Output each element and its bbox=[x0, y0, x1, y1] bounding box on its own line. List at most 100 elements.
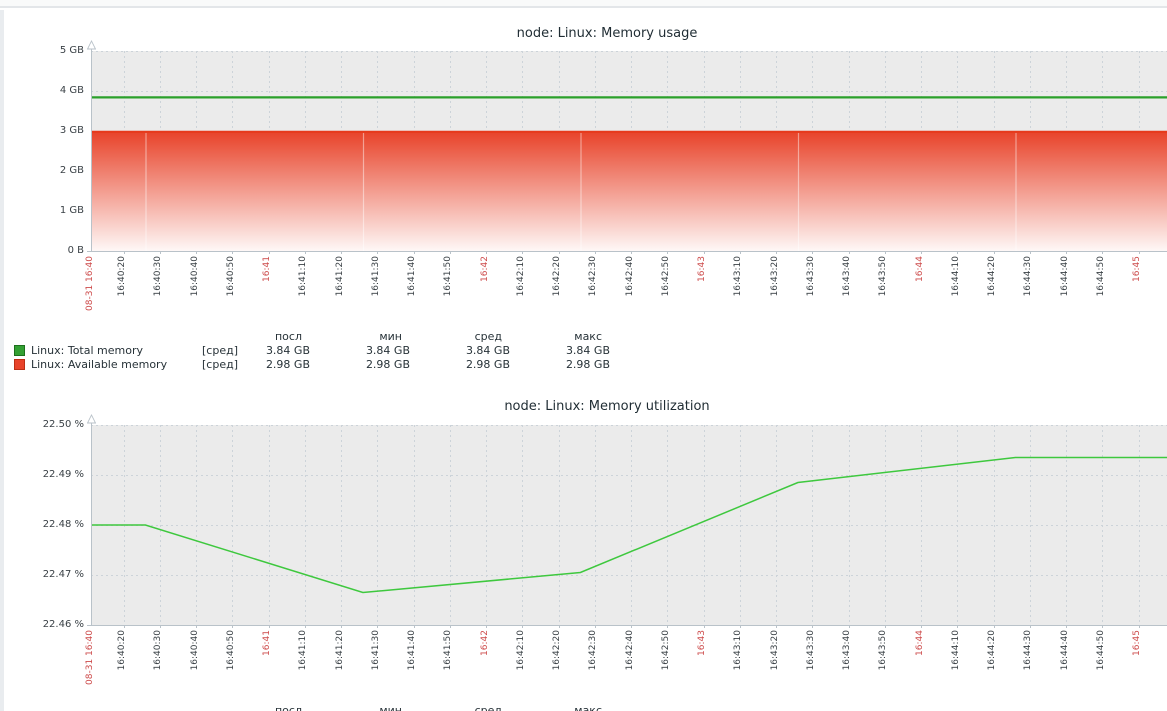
x-tick-label: 16:42 bbox=[480, 256, 490, 282]
x-tick-label: 16:41:30 bbox=[371, 630, 381, 670]
x-tick-label: 16:43:10 bbox=[733, 256, 743, 296]
x-tick-label: 16:40:40 bbox=[190, 256, 200, 296]
x-tick-label: 16:41:20 bbox=[335, 256, 345, 296]
y-tick-label: 22.50 % bbox=[4, 419, 84, 430]
x-tick-label: 16:43:20 bbox=[770, 256, 780, 296]
legend-value: 3.84 GB bbox=[310, 344, 410, 358]
x-tick-label: 16:40:30 bbox=[153, 630, 163, 670]
x-tick-label: 16:42 bbox=[480, 630, 490, 656]
x-tick-label: 16:43:30 bbox=[806, 256, 816, 296]
legend-spacer bbox=[31, 704, 202, 711]
x-tick-label: 16:44:20 bbox=[987, 630, 997, 670]
x-tick-label: 16:44:40 bbox=[1060, 256, 1070, 296]
legend-value: 3.84 GB bbox=[247, 344, 310, 358]
x-tick-label: 16:42:30 bbox=[588, 630, 598, 670]
y-axis-arrow-icon bbox=[88, 415, 96, 423]
graph-legend: послминсредмакс bbox=[14, 704, 610, 711]
plot-area[interactable] bbox=[91, 425, 1167, 625]
x-tick-label: 16:40:20 bbox=[117, 630, 127, 670]
legend-value: 2.98 GB bbox=[510, 358, 610, 372]
x-tick-label: 16:41:10 bbox=[298, 256, 308, 296]
legend-value: 3.84 GB bbox=[410, 344, 510, 358]
legend-value: 2.98 GB bbox=[310, 358, 410, 372]
x-tick-label: 16:41:50 bbox=[443, 630, 453, 670]
x-tick-label: 16:42:20 bbox=[552, 256, 562, 296]
y-tick-label: 0 B bbox=[4, 245, 84, 256]
x-tick-label: 16:44:10 bbox=[951, 630, 961, 670]
legend-spacer bbox=[14, 704, 31, 711]
x-tick-label: 16:42:10 bbox=[516, 256, 526, 296]
x-tick-label: 16:43:50 bbox=[878, 256, 888, 296]
plot-area[interactable] bbox=[91, 51, 1167, 251]
legend-value: 2.98 GB bbox=[410, 358, 510, 372]
legend-column-header: макс bbox=[510, 704, 610, 711]
chart-title-memory-usage: node: Linux: Memory usage bbox=[0, 26, 1167, 41]
x-tick-label: 16:43:20 bbox=[770, 630, 780, 670]
x-tick-label: 16:44 bbox=[915, 630, 925, 656]
legend-value: 3.84 GB bbox=[510, 344, 610, 358]
y-tick-label: 2 GB bbox=[4, 165, 84, 176]
y-tick-label: 1 GB bbox=[4, 205, 84, 216]
legend-function: [сред] bbox=[202, 358, 247, 372]
legend-spacer bbox=[202, 330, 247, 344]
x-tick-label: 16:44:40 bbox=[1060, 630, 1070, 670]
legend-column-header: посл bbox=[247, 704, 310, 711]
y-tick-label: 3 GB bbox=[4, 125, 84, 136]
legend-series-name: Linux: Available memory bbox=[31, 358, 202, 372]
x-tick-label: 16:44:20 bbox=[987, 256, 997, 296]
x-tick-label: 16:44:30 bbox=[1023, 630, 1033, 670]
x-tick-label: 16:42:40 bbox=[625, 256, 635, 296]
x-tick-label: 16:41:10 bbox=[298, 630, 308, 670]
graph-legend: послминсредмакс Linux: Total memory[сред]… bbox=[14, 330, 610, 372]
legend-swatch-cell bbox=[14, 358, 31, 372]
x-tick-label: 16:42:20 bbox=[552, 630, 562, 670]
x-tick-label: 16:41:20 bbox=[335, 630, 345, 670]
x-tick-label: 08-31 16:40 bbox=[85, 256, 95, 311]
x-tick-label: 16:43 bbox=[697, 256, 707, 282]
x-tick-label: 16:43:10 bbox=[733, 630, 743, 670]
legend-swatch-cell bbox=[14, 344, 31, 358]
x-tick-label: 16:40:20 bbox=[117, 256, 127, 296]
y-axis-arrow-icon bbox=[88, 41, 96, 49]
legend-spacer bbox=[31, 330, 202, 344]
legend-value: 2.98 GB bbox=[247, 358, 310, 372]
legend-column-header: мин bbox=[310, 704, 410, 711]
x-tick-label: 16:42:50 bbox=[661, 256, 671, 296]
legend-spacer bbox=[14, 330, 31, 344]
x-tick-label: 16:44:50 bbox=[1096, 256, 1106, 296]
y-tick-label: 5 GB bbox=[4, 45, 84, 56]
y-tick-label: 22.46 % bbox=[4, 619, 84, 630]
legend-column-header: посл bbox=[247, 330, 310, 344]
x-tick-label: 16:41 bbox=[262, 256, 272, 282]
page-top-bar bbox=[0, 0, 1167, 8]
x-tick-label: 16:44:50 bbox=[1096, 630, 1106, 670]
x-tick-label: 16:43:40 bbox=[842, 256, 852, 296]
x-tick-label: 16:42:30 bbox=[588, 256, 598, 296]
x-tick-label: 16:41 bbox=[262, 630, 272, 656]
x-tick-label: 16:41:50 bbox=[443, 256, 453, 296]
y-tick-label: 22.49 % bbox=[4, 469, 84, 480]
legend-column-header: мин bbox=[310, 330, 410, 344]
legend-column-header: сред bbox=[410, 330, 510, 344]
chart-title-memory-utilization: node: Linux: Memory utilization bbox=[0, 399, 1167, 414]
legend-swatch-icon bbox=[14, 359, 25, 370]
x-tick-label: 16:40:30 bbox=[153, 256, 163, 296]
x-tick-label: 16:42:10 bbox=[516, 630, 526, 670]
y-tick-label: 4 GB bbox=[4, 85, 84, 96]
x-tick-label: 16:41:40 bbox=[407, 256, 417, 296]
x-tick-label: 16:44:10 bbox=[951, 256, 961, 296]
legend-swatch-icon bbox=[14, 345, 25, 356]
x-tick-label: 16:40:50 bbox=[226, 256, 236, 296]
x-tick-label: 16:42:50 bbox=[661, 630, 671, 670]
x-tick-label: 08-31 16:40 bbox=[85, 630, 95, 685]
x-tick-label: 16:40:40 bbox=[190, 630, 200, 670]
legend-series-name: Linux: Total memory bbox=[31, 344, 202, 358]
x-tick-label: 16:44:30 bbox=[1023, 256, 1033, 296]
x-tick-label: 16:41:30 bbox=[371, 256, 381, 296]
x-tick-label: 16:42:40 bbox=[625, 630, 635, 670]
x-tick-label: 16:45 bbox=[1132, 256, 1142, 282]
page-left-margin bbox=[0, 10, 4, 711]
x-tick-label: 16:45 bbox=[1132, 630, 1142, 656]
legend-spacer bbox=[202, 704, 247, 711]
legend-column-header: макс bbox=[510, 330, 610, 344]
